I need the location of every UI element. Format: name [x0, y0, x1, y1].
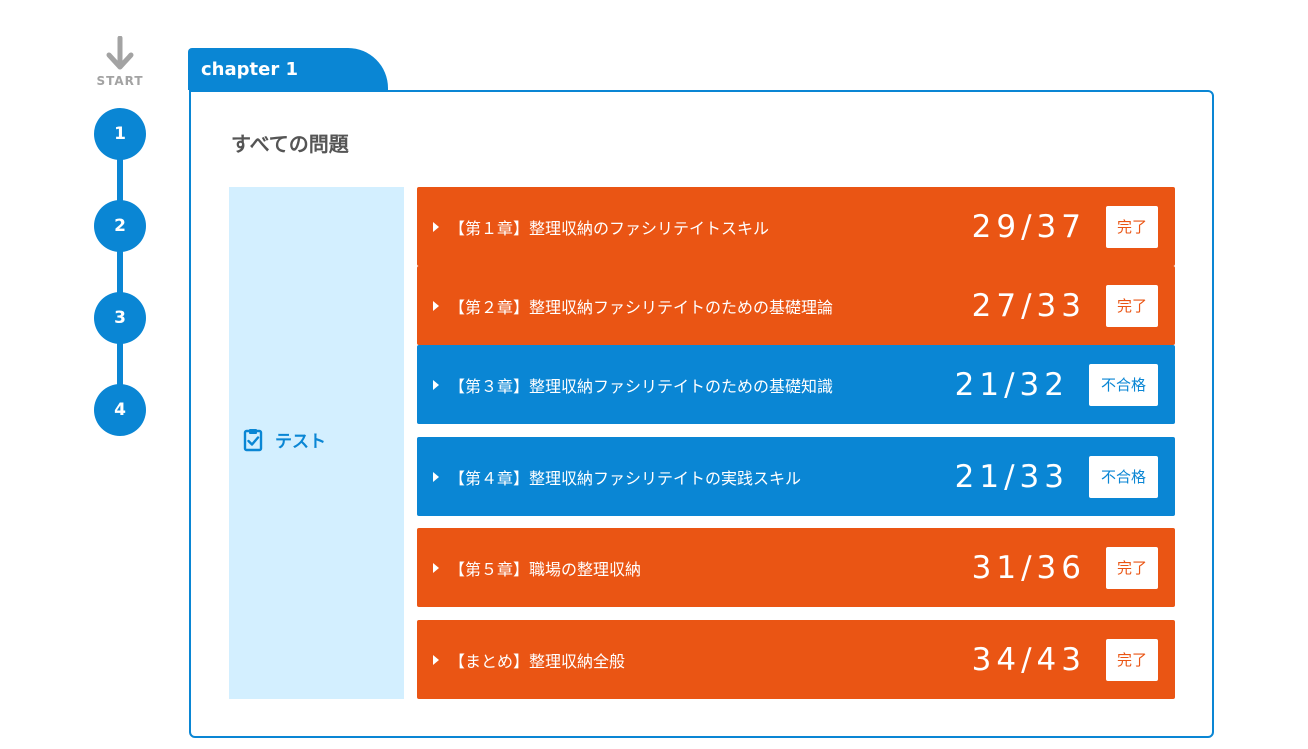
chapter-tab[interactable]: chapter 1 — [188, 48, 388, 90]
category-header: テスト — [243, 427, 326, 452]
step-4-button[interactable]: 4 — [94, 384, 146, 436]
category-column: テスト — [229, 187, 404, 699]
caret-right-icon — [433, 471, 439, 482]
row-score: 27/33 — [971, 287, 1086, 324]
caret-right-icon — [433, 300, 439, 311]
progress-rail: START 1 2 3 4 — [84, 36, 156, 456]
row-score: 29/37 — [971, 208, 1086, 245]
row-title: 【第４章】整理収納ファシリテイトの実践スキル — [449, 468, 802, 488]
page: START 1 2 3 4 chapter 1 すべての問題 テスト 【第１章】… — [0, 0, 1308, 749]
row-title: 【まとめ】整理収納全般 — [449, 651, 626, 671]
rail-line — [117, 134, 123, 412]
row-title: 【第２章】整理収納ファシリテイトのための基礎理論 — [449, 297, 834, 317]
row-title: 【第５章】職場の整理収納 — [449, 559, 642, 579]
caret-right-icon — [433, 654, 439, 665]
status-badge: 完了 — [1106, 546, 1158, 589]
status-badge: 不合格 — [1089, 455, 1158, 498]
row-score: 21/32 — [954, 366, 1069, 403]
caret-right-icon — [433, 221, 439, 232]
caret-right-icon — [433, 562, 439, 573]
step-1-button[interactable]: 1 — [94, 108, 146, 160]
checklist-icon — [243, 428, 263, 451]
caret-right-icon — [433, 379, 439, 390]
step-2-button[interactable]: 2 — [94, 200, 146, 252]
chapter-panel: すべての問題 テスト 【第１章】整理収納のファシリテイトスキル 29/37 完了 — [189, 90, 1214, 738]
row-score: 34/43 — [971, 641, 1086, 678]
section-title: すべての問題 — [231, 132, 349, 156]
arrow-down-icon — [106, 36, 134, 70]
status-badge: 完了 — [1106, 638, 1158, 681]
test-row-6[interactable]: 【まとめ】整理収納全般 34/43 完了 — [417, 620, 1175, 699]
row-title: 【第３章】整理収納ファシリテイトのための基礎知識 — [449, 376, 834, 396]
row-score: 21/33 — [954, 458, 1069, 495]
test-row-1[interactable]: 【第１章】整理収納のファシリテイトスキル 29/37 完了 — [417, 187, 1175, 266]
test-row-5[interactable]: 【第５章】職場の整理収納 31/36 完了 — [417, 528, 1175, 607]
test-row-4[interactable]: 【第４章】整理収納ファシリテイトの実践スキル 21/33 不合格 — [417, 437, 1175, 516]
step-3-button[interactable]: 3 — [94, 292, 146, 344]
category-label: テスト — [275, 432, 326, 452]
start-label: START — [96, 74, 144, 88]
test-row-3[interactable]: 【第３章】整理収納ファシリテイトのための基礎知識 21/32 不合格 — [417, 345, 1175, 424]
status-badge: 不合格 — [1089, 363, 1158, 406]
test-row-2[interactable]: 【第２章】整理収納ファシリテイトのための基礎理論 27/33 完了 — [417, 266, 1175, 345]
row-title: 【第１章】整理収納のファシリテイトスキル — [449, 218, 770, 238]
row-score: 31/36 — [971, 549, 1086, 586]
status-badge: 完了 — [1106, 205, 1158, 248]
status-badge: 完了 — [1106, 284, 1158, 327]
